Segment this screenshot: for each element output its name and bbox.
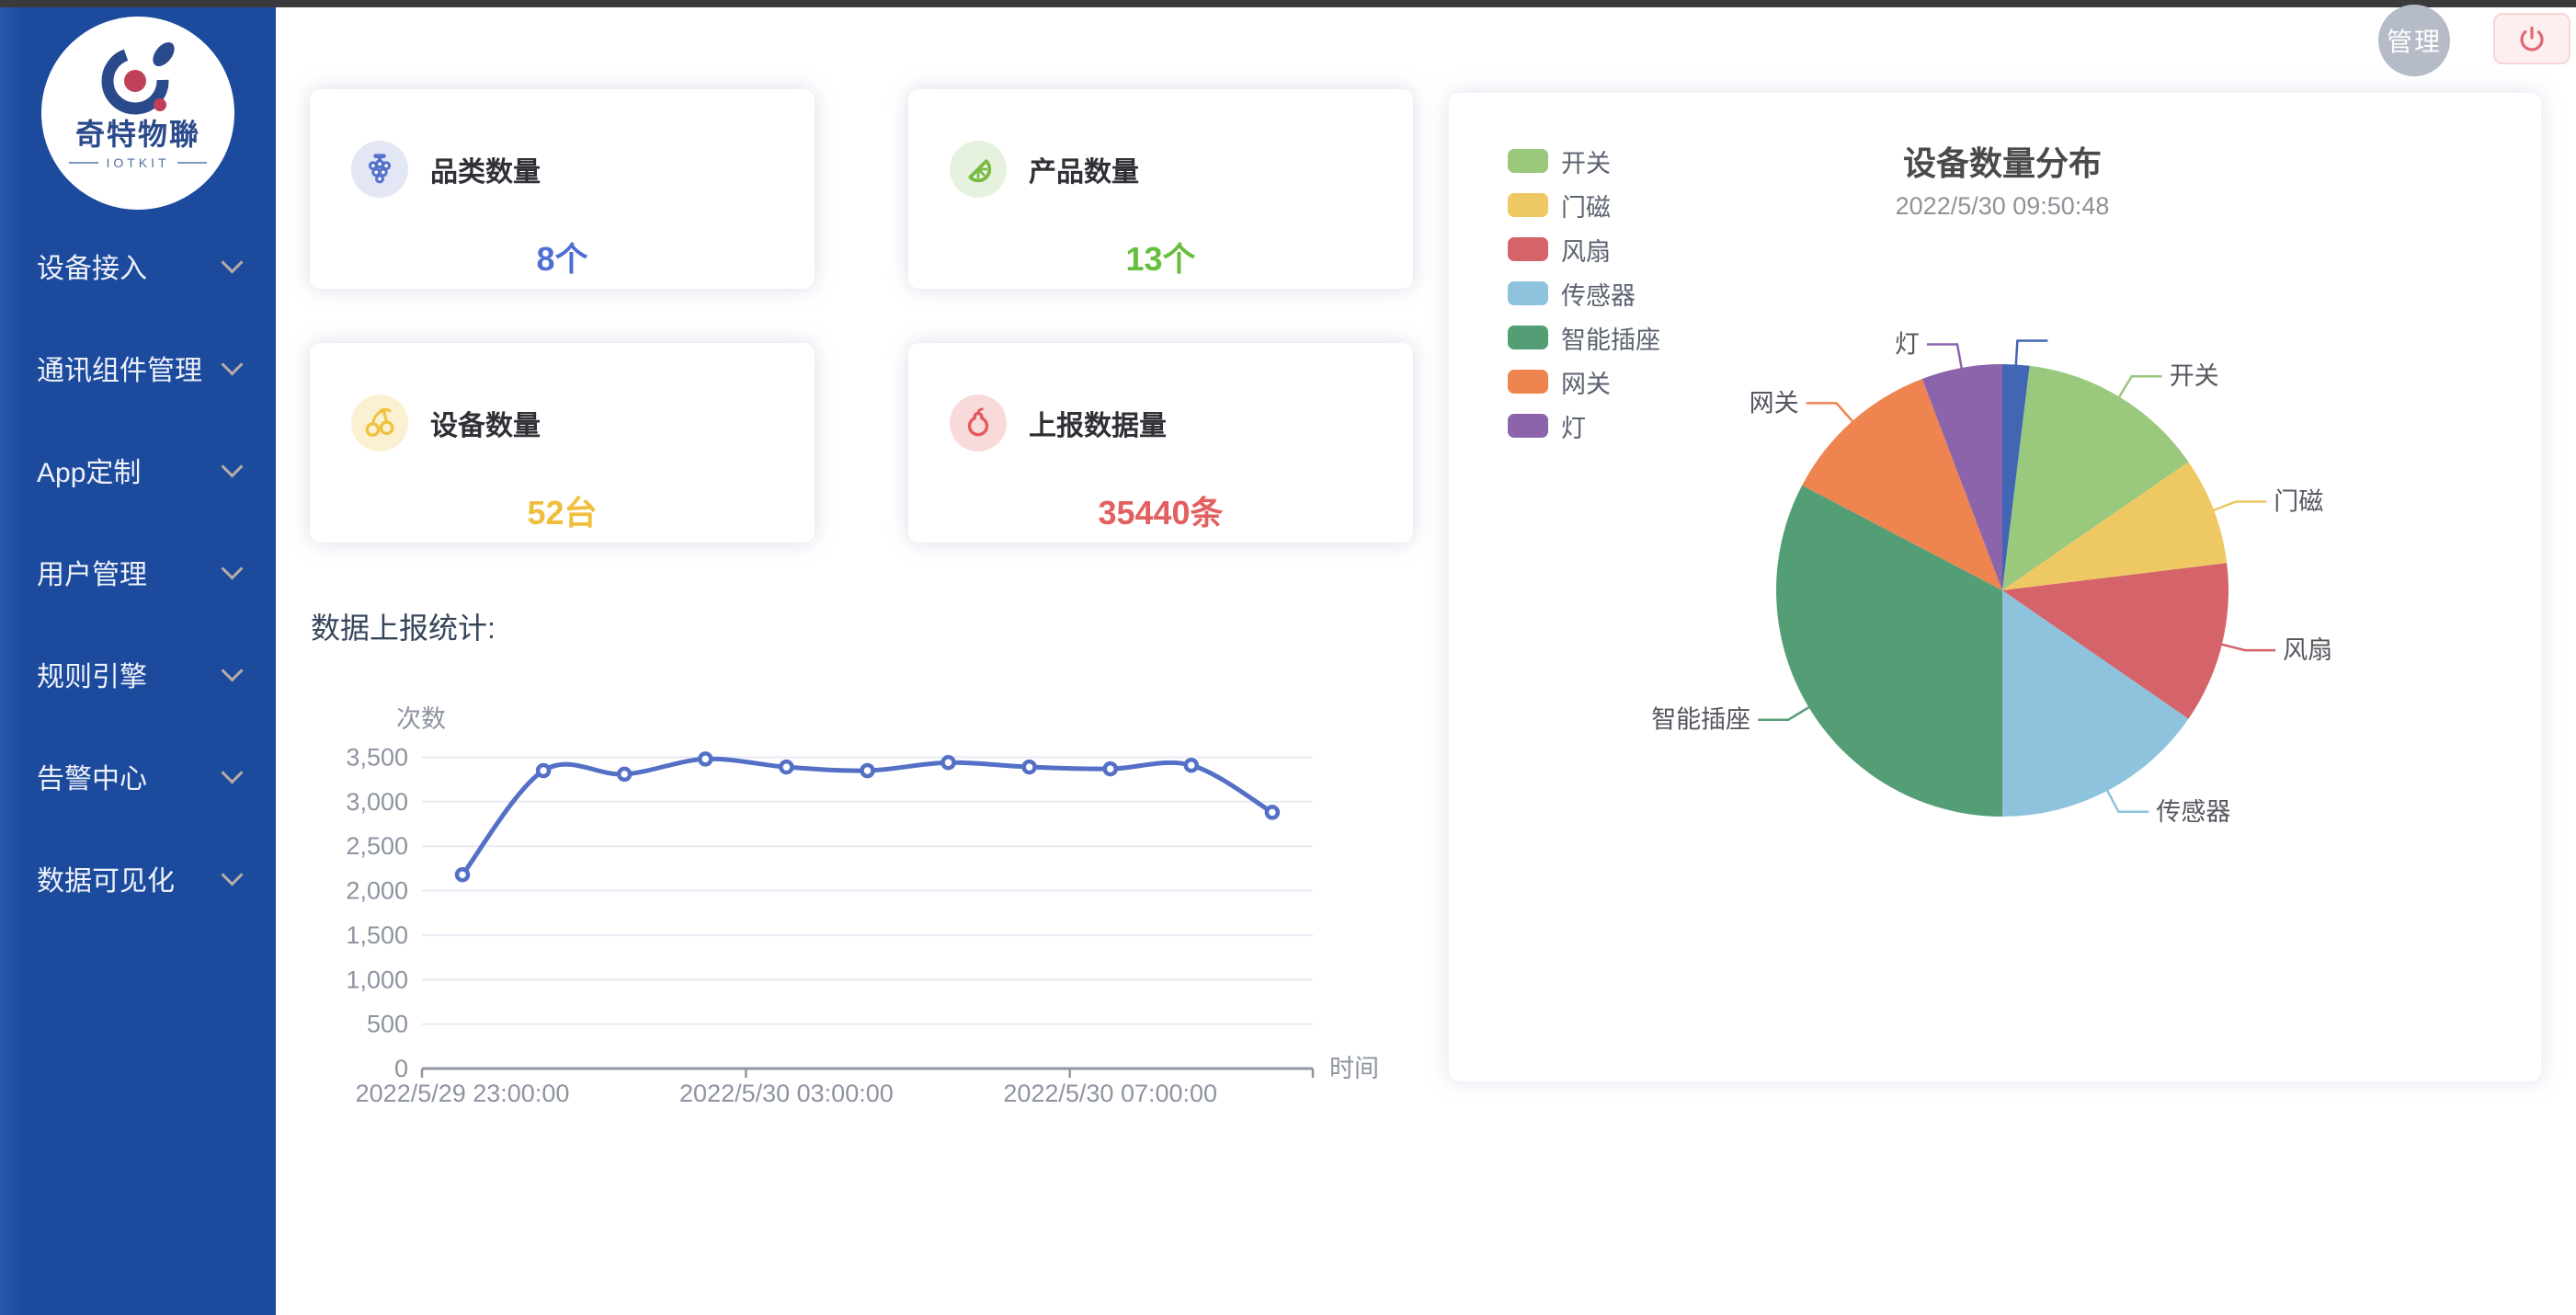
sidebar-item-data-visualization[interactable]: 数据可见化: [0, 850, 276, 907]
device-distribution-panel: 设备数量分布 2022/5/30 09:50:48 开关门磁风扇传感器智能插座网…: [1448, 92, 2542, 1082]
sidebar-item-user-mgmt[interactable]: 用户管理: [0, 543, 276, 600]
device-distribution-pie: 开关门磁风扇传感器 智能插座 网关 灯: [1449, 93, 2543, 1083]
sidebar-item-label: 用户管理: [37, 552, 224, 592]
sidebar-item-alarm-center[interactable]: 告警中心: [0, 748, 276, 805]
sidebar-item-app-custom[interactable]: App定制: [0, 441, 276, 498]
stat-card-value: 8个: [310, 233, 815, 280]
sidebar-item-comm-component-mgmt[interactable]: 通讯组件管理: [0, 339, 276, 396]
stat-card-head: 品类数量: [351, 141, 541, 198]
pie-label-sensor: 传感器: [2156, 798, 2230, 826]
line-data-point: [1186, 760, 1197, 771]
chevron-down-icon: [221, 863, 243, 886]
pie-label-switch: 开关: [2170, 362, 2219, 390]
chevron-down-icon: [221, 353, 243, 375]
sidebar-item-label: 设备接入: [37, 246, 224, 286]
sidebar-item-label: 告警中心: [37, 756, 224, 796]
line-data-point: [1105, 763, 1116, 774]
line-data-point: [1024, 761, 1035, 772]
chevron-down-icon: [221, 251, 243, 273]
brand-subtitle: IOTKIT: [69, 155, 206, 170]
stat-card-value: 13个: [908, 233, 1413, 280]
sidebar-item-device-access[interactable]: 设备接入: [0, 237, 276, 294]
chevron-down-icon: [221, 761, 243, 783]
svg-text:2022/5/30 07:00:00: 2022/5/30 07:00:00: [1003, 1080, 1217, 1107]
pie-label-door-sensor: 门磁: [2274, 488, 2323, 516]
chevron-down-icon: [221, 557, 243, 579]
lemon-icon: [950, 141, 1007, 198]
line-data-point: [862, 765, 873, 776]
pie-leader-line-door-sensor: [2212, 502, 2266, 511]
svg-text:0: 0: [394, 1055, 408, 1082]
svg-text:时间: 时间: [1329, 1055, 1379, 1082]
svg-text:2,500: 2,500: [346, 832, 408, 860]
line-data-point: [538, 765, 549, 776]
pear-icon: [950, 394, 1007, 452]
pie-leader-line-unlabeled: [2016, 341, 2048, 367]
chevron-down-icon: [221, 659, 243, 681]
stat-card-head: 产品数量: [950, 141, 1139, 198]
svg-text:2,000: 2,000: [346, 877, 408, 905]
logout-button[interactable]: [2493, 13, 2570, 64]
sidebar-item-rule-engine[interactable]: 规则引擎: [0, 646, 276, 703]
stat-card-title: 上报数据量: [1029, 403, 1167, 443]
window-top-bar: [0, 0, 2576, 7]
stat-card-value: 35440条: [908, 486, 1413, 534]
line-chart-section-title: 数据上报统计:: [311, 605, 496, 647]
chevron-down-icon: [221, 455, 243, 477]
line-data-point: [781, 761, 792, 772]
stat-card-title: 品类数量: [430, 149, 541, 189]
pie-label-fan: 风扇: [2283, 636, 2332, 664]
sidebar-item-label: 通讯组件管理: [37, 348, 224, 388]
stat-card-head: 上报数据量: [950, 394, 1167, 452]
sidebar-item-label: App定制: [37, 450, 224, 490]
line-data-point: [619, 769, 630, 780]
stat-card-category-count: 品类数量 8个: [310, 89, 815, 289]
stat-card-title: 产品数量: [1029, 149, 1139, 189]
line-data-point: [1267, 806, 1278, 818]
stat-card-device-count: 设备数量 52台: [310, 343, 815, 543]
pie-leader-line-fan: [2220, 644, 2275, 650]
stat-card-report-count: 上报数据量 35440条: [908, 343, 1413, 543]
svg-text:次数: 次数: [396, 705, 446, 733]
report-line-chart: 0 500 1,000 1,500 2,000 2,500 3,000 3,500 次数 2022…: [303, 690, 1388, 1117]
pie-leader-line-sensor: [2106, 789, 2149, 812]
iotkit-logo-icon: [86, 33, 189, 123]
sidebar-item-label: 数据可见化: [37, 858, 224, 898]
pie-leader-line-smart-socket: [1758, 706, 1810, 720]
svg-text:1,000: 1,000: [346, 966, 408, 993]
pie-leader-line-gateway: [1807, 403, 1854, 422]
svg-text:500: 500: [367, 1011, 408, 1038]
line-data-point: [700, 753, 711, 764]
sidebar-nav: 设备接入 通讯组件管理 App定制 用户管理 规则引擎 告警中心 数据可见化: [0, 237, 276, 952]
svg-text:2022/5/30 03:00:00: 2022/5/30 03:00:00: [679, 1080, 894, 1107]
line-data-point: [457, 869, 468, 880]
pie-label-light: 灯: [1895, 331, 1920, 359]
pie-leader-line-light: [1927, 345, 1962, 371]
sidebar: 奇特物聯 IOTKIT 设备接入 通讯组件管理 App定制 用户管理 规则引擎 …: [0, 7, 276, 1315]
stat-card-head: 设备数量: [351, 394, 541, 452]
stat-card-title: 设备数量: [430, 403, 541, 443]
stat-card-value: 52台: [310, 486, 815, 534]
svg-text:3,500: 3,500: [346, 744, 408, 772]
svg-text:1,500: 1,500: [346, 921, 408, 949]
user-avatar[interactable]: 管理: [2378, 5, 2450, 76]
grapes-icon: [351, 141, 408, 198]
svg-text:3,000: 3,000: [346, 788, 408, 816]
power-icon: [2516, 23, 2548, 54]
brand-name: 奇特物聯: [75, 120, 200, 149]
app-logo: 奇特物聯 IOTKIT: [41, 17, 234, 210]
pie-label-smart-socket: 智能插座: [1651, 706, 1750, 734]
svg-text:2022/5/29 23:00:00: 2022/5/29 23:00:00: [356, 1080, 570, 1107]
stat-card-product-count: 产品数量 13个: [908, 89, 1413, 289]
sidebar-item-label: 规则引擎: [37, 654, 224, 694]
line-data-point: [943, 757, 954, 768]
cherry-icon: [351, 394, 408, 452]
pie-leader-line-switch: [2118, 376, 2162, 398]
pie-label-gateway: 网关: [1750, 389, 1799, 417]
